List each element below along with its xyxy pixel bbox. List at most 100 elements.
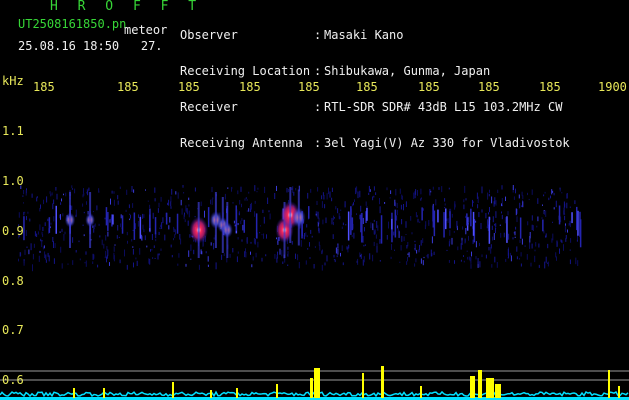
noise-streak (466, 213, 468, 226)
noise-speck (336, 255, 338, 258)
noise-speck (318, 227, 320, 232)
noise-speck (530, 262, 532, 267)
info-row-receiver: Receiver: RTL-SDR SDR# 43dB L15 103.2MHz … (180, 100, 563, 114)
noise-speck (472, 201, 474, 203)
noise-speck (246, 210, 248, 212)
meteor-echo-streak (197, 202, 200, 258)
noise-speck (37, 231, 39, 235)
noise-speck (407, 253, 409, 255)
noise-speck (152, 212, 154, 219)
noise-speck (368, 192, 370, 195)
noise-streak (394, 209, 397, 238)
noise-speck (429, 189, 431, 196)
noise-speck (559, 248, 560, 254)
noise-speck (463, 204, 465, 210)
noise-speck (375, 234, 377, 239)
noise-speck (485, 254, 487, 259)
datetime-value: 25.08.16 18:50 (18, 39, 120, 53)
noise-speck (238, 212, 240, 215)
noise-speck (274, 193, 276, 199)
noise-speck (415, 212, 417, 218)
noise-speck (541, 217, 543, 219)
noise-speck (256, 191, 258, 193)
noise-speck (518, 258, 520, 260)
noise-speck (478, 212, 480, 218)
noise-speck (449, 230, 451, 236)
noise-speck (413, 192, 415, 199)
noise-speck (468, 216, 470, 223)
noise-speck (45, 259, 47, 263)
noise-speck (323, 195, 325, 200)
noise-speck (130, 214, 131, 219)
noise-speck (531, 243, 533, 249)
noise-speck (146, 245, 148, 248)
noise-speck (22, 195, 24, 197)
noise-speck (461, 240, 463, 245)
noise-speck (428, 220, 430, 226)
noise-speck (120, 223, 122, 228)
noise-speck (41, 240, 43, 242)
noise-speck (556, 256, 557, 261)
noise-speck (364, 244, 366, 246)
noise-speck (43, 245, 45, 249)
noise-speck (426, 255, 428, 257)
noise-speck (472, 199, 473, 207)
noise-speck (48, 255, 50, 262)
noise-speck (463, 199, 465, 203)
noise-speck (563, 207, 565, 215)
noise-speck (281, 250, 283, 257)
noise-speck (198, 264, 200, 270)
noise-speck (53, 258, 55, 264)
noise-speck (444, 207, 446, 209)
noise-speck (24, 249, 26, 255)
noise-speck (410, 216, 412, 221)
noise-speck (116, 235, 118, 239)
noise-speck (255, 252, 257, 258)
noise-speck (400, 204, 402, 210)
noise-speck (148, 258, 150, 264)
noise-speck (293, 191, 295, 196)
noise-speck (346, 246, 348, 250)
noise-speck (44, 222, 46, 226)
noise-speck (332, 234, 334, 239)
noise-speck (85, 251, 87, 255)
noise-speck (154, 257, 156, 259)
noise-speck (204, 210, 205, 218)
noise-streak (558, 205, 561, 225)
noise-speck (379, 198, 380, 205)
noise-speck (369, 189, 371, 192)
noise-speck (337, 244, 339, 248)
noise-streak (472, 211, 475, 236)
noise-speck (420, 240, 422, 246)
noise-speck (171, 255, 173, 258)
noise-speck (59, 214, 60, 219)
meteor-echo-streak (214, 192, 217, 248)
noise-speck (490, 244, 492, 249)
noise-speck (375, 192, 377, 195)
noise-speck (403, 236, 405, 241)
noise-speck (310, 188, 312, 193)
noise-speck (373, 219, 375, 222)
noise-speck (54, 243, 56, 248)
noise-speck (465, 228, 467, 235)
spectrum-peak (420, 386, 422, 398)
noise-speck (499, 224, 501, 226)
spectrum-peak (470, 376, 475, 398)
noise-speck (40, 238, 42, 242)
spectrum-peak (362, 373, 364, 398)
noise-speck (211, 199, 213, 205)
noise-speck (85, 260, 87, 267)
noise-speck (515, 226, 517, 230)
noise-speck (113, 199, 115, 206)
noise-speck (494, 223, 496, 226)
noise-speck (23, 202, 24, 204)
noise-speck (569, 259, 571, 265)
noise-speck (317, 221, 319, 224)
noise-speck (505, 258, 507, 262)
noise-speck (338, 213, 340, 219)
noise-speck (117, 200, 119, 205)
noise-speck (529, 242, 531, 249)
noise-speck (569, 221, 571, 228)
noise-speck (344, 201, 346, 207)
noise-speck (419, 245, 420, 251)
